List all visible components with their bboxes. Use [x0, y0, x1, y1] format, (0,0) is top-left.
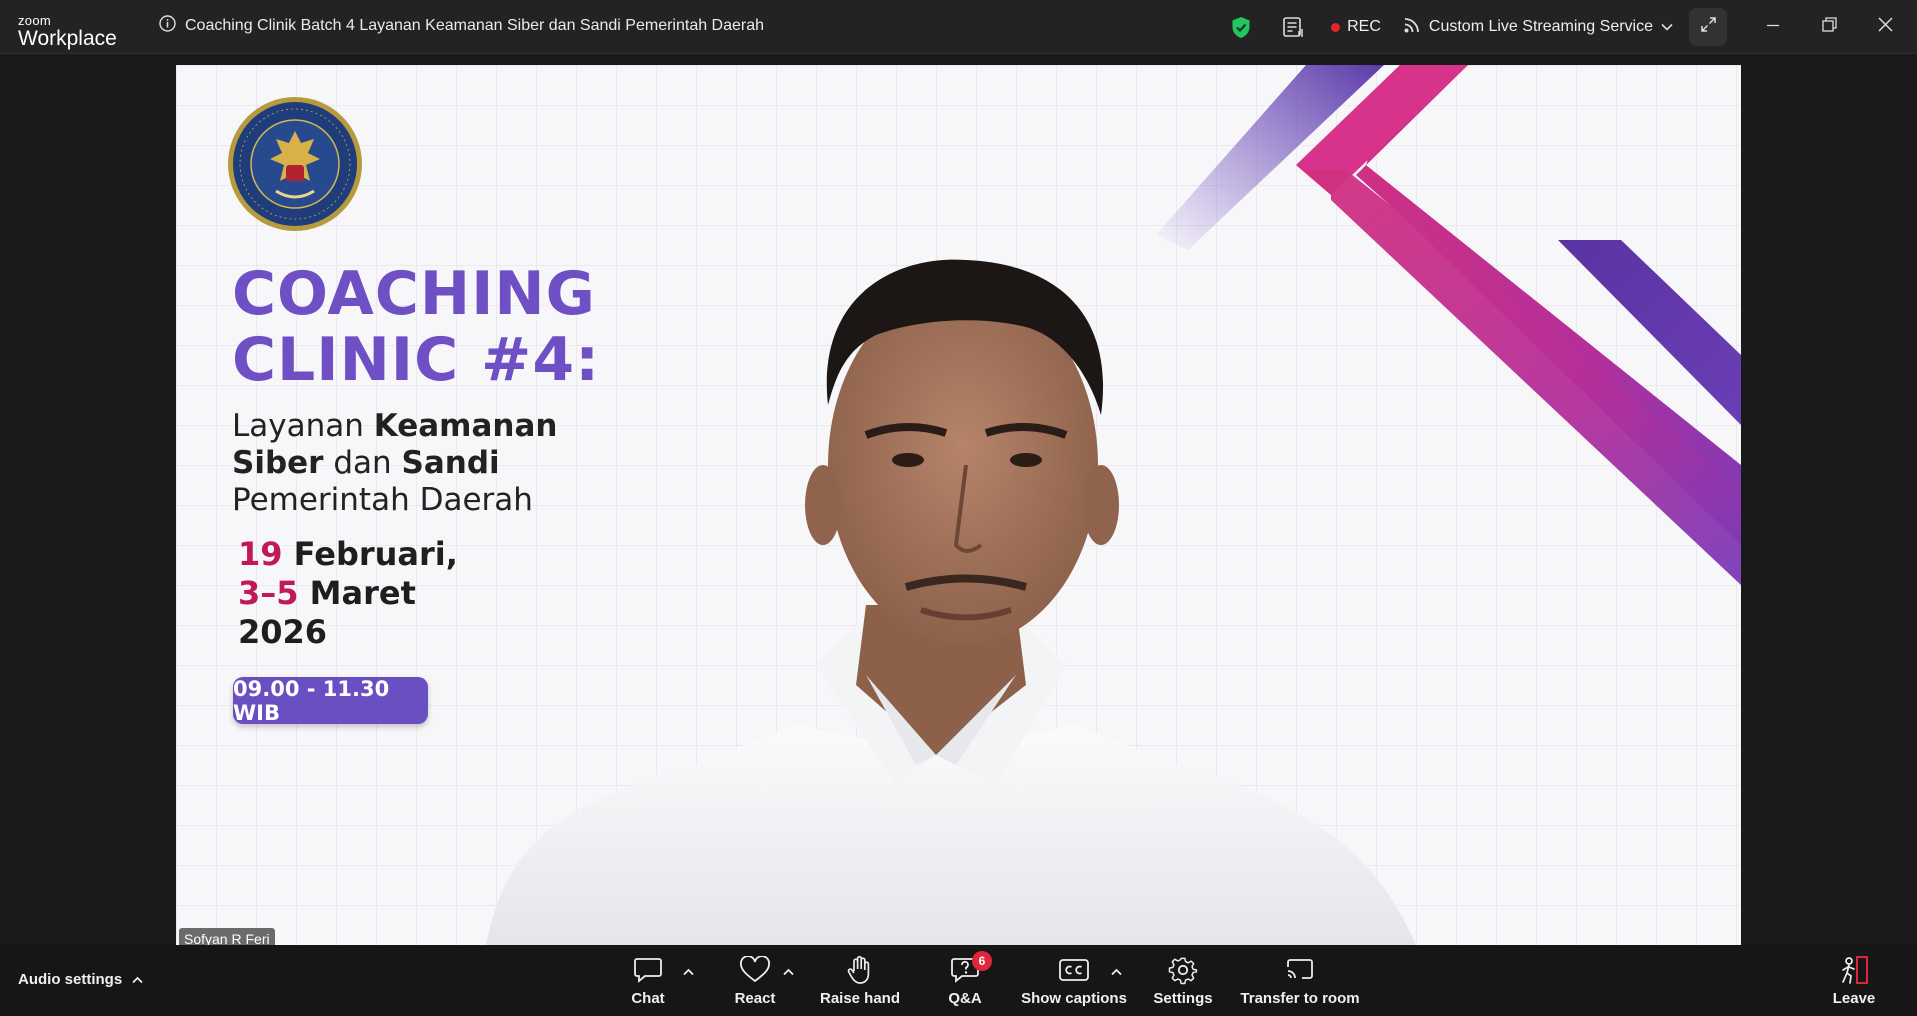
captions-options-caret[interactable] [1111, 963, 1122, 981]
video-stage: COACHING CLINIC #4: Layanan Keamanan Sib… [0, 55, 1917, 945]
chat-options-caret[interactable] [683, 963, 694, 981]
gear-icon [1168, 953, 1198, 987]
qa-count-badge: 6 [972, 951, 992, 971]
leave-button[interactable]: Leave [1832, 953, 1876, 1013]
headline-line-2: CLINIC #4: [232, 325, 601, 395]
subhead-line-1: Layanan Keamanan [232, 408, 557, 445]
date-2-text: Maret [298, 574, 416, 612]
react-options-caret[interactable] [783, 963, 794, 981]
meeting-toolbar: Audio settings Chat React Raise hand 6 Q… [0, 945, 1917, 1016]
minimize-button[interactable] [1745, 0, 1801, 54]
chat-icon [633, 953, 663, 987]
transcript-icon[interactable] [1273, 16, 1313, 38]
close-icon [1877, 17, 1893, 37]
headline-line-1: COACHING [232, 259, 596, 329]
react-button[interactable]: React [722, 953, 788, 1013]
close-button[interactable] [1857, 0, 1913, 54]
chat-button[interactable]: Chat [615, 953, 681, 1013]
subhead-line-3: Pemerintah Daerah [232, 482, 533, 518]
leave-label: Leave [1832, 990, 1876, 1007]
settings-button[interactable]: Settings [1151, 953, 1215, 1013]
minimize-icon [1766, 18, 1780, 37]
date-1-text: Februari, [282, 535, 458, 573]
date-year: 2026 [238, 613, 328, 651]
date-1-number: 19 [238, 535, 283, 573]
leave-icon [1838, 953, 1870, 987]
recording-indicator[interactable]: REC [1331, 18, 1381, 36]
background-subheadline: Layanan Keamanan Siber dan Sandi Pemerin… [232, 408, 557, 519]
restore-button[interactable] [1801, 0, 1857, 54]
live-streaming-menu[interactable]: Custom Live Streaming Service [1403, 16, 1673, 39]
qa-label: Q&A [948, 990, 982, 1007]
expand-icon [1700, 16, 1717, 38]
chat-label: Chat [631, 990, 665, 1007]
security-shield-icon[interactable] [1221, 16, 1261, 39]
title-bar: zoom Workplace Coaching Clinik Batch 4 L… [0, 0, 1917, 54]
restore-icon [1821, 17, 1837, 37]
background-headline: COACHING CLINIC #4: [232, 261, 600, 393]
subhead-l1-plain: Layanan [232, 408, 374, 444]
settings-label: Settings [1153, 990, 1213, 1007]
rec-dot-icon [1331, 22, 1341, 32]
meeting-info[interactable]: Coaching Clinik Batch 4 Layanan Keamanan… [159, 15, 764, 37]
subhead-l1-bold: Keamanan [373, 408, 558, 444]
logo-big-text: Workplace [18, 27, 117, 50]
date-2-number: 3–5 [238, 574, 299, 612]
audio-settings-label: Audio settings [18, 971, 123, 988]
meeting-title: Coaching Clinik Batch 4 Layanan Keamanan… [185, 17, 765, 34]
date-line-1: 19 Februari, [238, 535, 458, 574]
react-label: React [734, 990, 776, 1007]
live-stream-icon [1403, 16, 1421, 39]
top-right-controls: REC Custom Live Streaming Service [1221, 0, 1917, 54]
rec-label: REC [1347, 18, 1381, 35]
show-captions-button[interactable]: Show captions [1021, 953, 1127, 1013]
raise-hand-button[interactable]: Raise hand [816, 953, 904, 1013]
zoom-workplace-logo: zoom Workplace [18, 14, 117, 49]
participant-name-tag: Sofyan R Feri [179, 928, 275, 945]
audio-settings-button[interactable]: Audio settings [18, 971, 143, 988]
time-badge: 09.00 - 11.30 WIB [233, 677, 428, 725]
info-icon[interactable] [159, 15, 176, 37]
chevron-up-icon [132, 971, 143, 988]
fullscreen-button[interactable] [1689, 8, 1727, 46]
stream-label: Custom Live Streaming Service [1428, 18, 1653, 35]
heart-icon [739, 953, 771, 987]
transfer-to-room-button[interactable]: Transfer to room [1240, 953, 1360, 1013]
qa-button[interactable]: 6 Q&A [944, 951, 992, 1013]
subhead-line-2: Siber dan Sandi [232, 445, 557, 482]
background-dates: 19 Februari, 3–5 Maret 2026 [238, 535, 458, 652]
logo-small-text: zoom [18, 13, 51, 28]
cast-icon [1285, 953, 1315, 987]
raise-hand-label: Raise hand [819, 990, 901, 1007]
transfer-label: Transfer to room [1240, 990, 1360, 1007]
chevron-down-icon [1661, 18, 1673, 36]
closed-captions-icon [1058, 953, 1090, 987]
qa-icon: 6 [950, 951, 992, 987]
subhead-l2-bold-1: Siber [232, 445, 324, 481]
participant-video[interactable]: COACHING CLINIC #4: Layanan Keamanan Sib… [176, 65, 1741, 945]
date-line-2: 3–5 Maret [238, 574, 458, 613]
raise-hand-icon [846, 953, 874, 987]
subhead-l2-bold-2: Sandi [401, 445, 500, 481]
show-captions-label: Show captions [1021, 990, 1127, 1007]
subhead-l2-plain: dan [323, 445, 402, 481]
